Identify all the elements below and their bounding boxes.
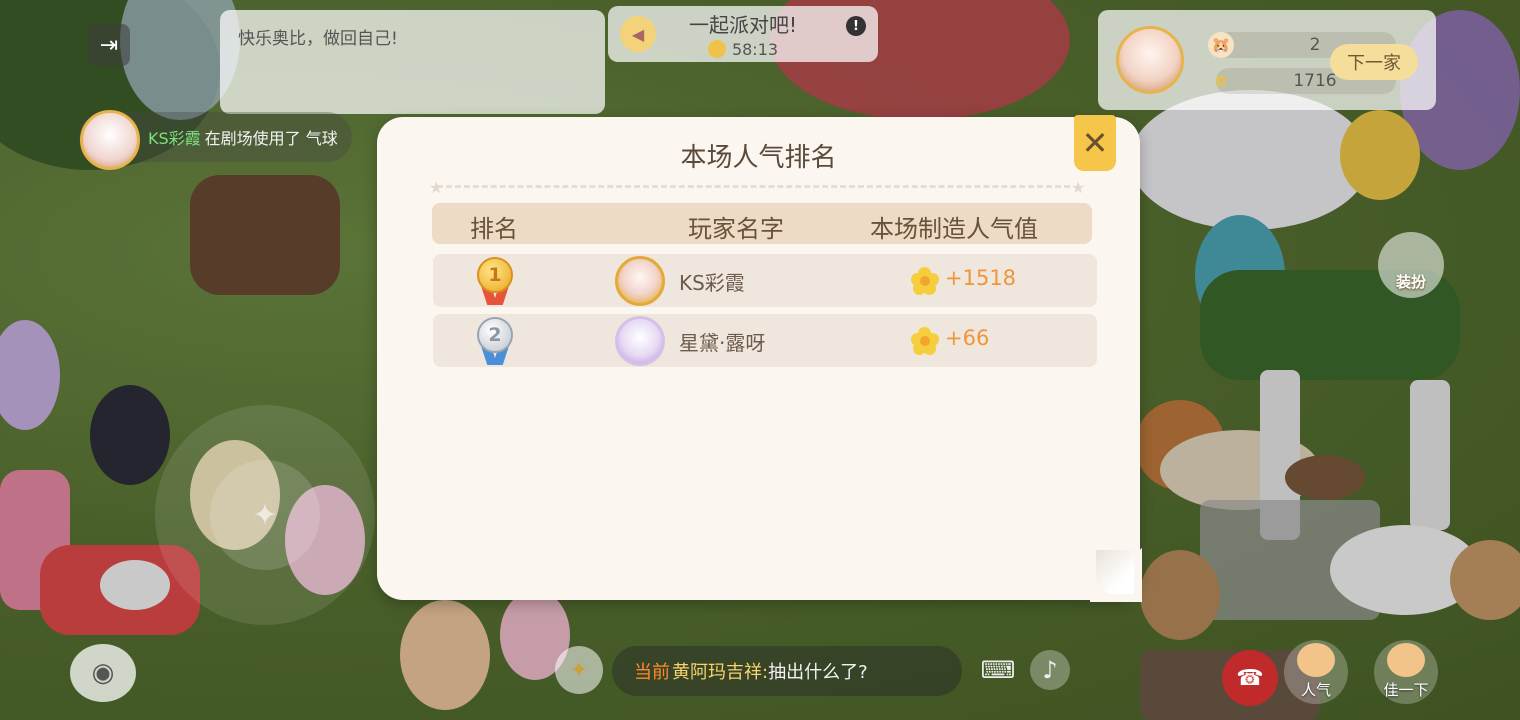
flower-icon xyxy=(911,327,939,355)
hit-label: 佳一下 xyxy=(1383,681,1429,699)
party-timer-value: 58:13 xyxy=(731,40,779,59)
keyboard-icon: ⌨ xyxy=(980,656,1016,684)
flower-icon xyxy=(911,267,939,295)
close-button[interactable]: ✕ xyxy=(1074,115,1116,171)
col-player-name: 玩家名字 xyxy=(688,215,784,243)
keyboard-button[interactable]: ⌨ xyxy=(976,650,1020,690)
host-avatar[interactable] xyxy=(1116,26,1184,94)
modal-title: 本场人气排名 xyxy=(680,143,837,173)
host-panel: 🐹 2 ✿ 1716 下一家 xyxy=(1098,10,1436,110)
ranking-row[interactable]: 1 KS彩霞 +1518 xyxy=(433,254,1097,307)
phone-button[interactable]: ☎ xyxy=(1222,650,1278,706)
ranking-table-header: 排名 玩家名字 本场制造人气值 xyxy=(432,203,1092,244)
gold-medal-icon: 1 xyxy=(475,257,515,305)
notice-text: 在剧场使用了 气球 xyxy=(204,129,338,148)
popularity-label: 人气 xyxy=(1300,681,1331,699)
player-name: 星黛·露呀 xyxy=(679,331,766,355)
exit-icon: ⇥ xyxy=(99,32,119,58)
notice-avatar xyxy=(80,110,140,170)
speaker-icon[interactable]: ◀ xyxy=(620,16,656,52)
joystick-knob[interactable]: ✦ xyxy=(210,460,320,570)
magic-wand-button[interactable]: ✦ xyxy=(555,646,603,694)
chat-message: 快乐奥比，做回自己! xyxy=(238,29,398,49)
chat-speaker: 黄阿玛吉祥: xyxy=(672,662,769,683)
popularity-value: +1518 xyxy=(945,266,1017,290)
chat-channel-label: 当前 xyxy=(634,662,670,683)
chat-box: 快乐奥比，做回自己! xyxy=(220,10,605,114)
chat-text: 抽出什么了? xyxy=(768,662,868,683)
dress-up-label: 装扮 xyxy=(1395,273,1426,291)
notice-player-name: KS彩霞 xyxy=(148,129,201,148)
popularity-value: +66 xyxy=(945,326,990,350)
phone-icon: ☎ xyxy=(1236,665,1264,691)
flower-icon: ✿ xyxy=(1214,72,1228,90)
player-avatar[interactable] xyxy=(615,256,665,306)
party-timer: 58:13 xyxy=(707,40,779,59)
bottom-chat-bar[interactable]: 当前 黄阿玛吉祥: 抽出什么了? xyxy=(612,646,962,696)
voice-button[interactable]: ♪ xyxy=(1030,650,1070,690)
star-icon: ★ xyxy=(1071,178,1086,197)
page-curl-fold xyxy=(1096,550,1134,594)
hit-button[interactable]: 佳一下 xyxy=(1374,640,1438,704)
ranking-modal: 本场人气排名 ★ ★ ✕ 排名 玩家名字 本场制造人气值 1 KS彩霞 +151… xyxy=(377,115,1142,602)
party-title: 一起派对吧! xyxy=(688,13,798,37)
exit-button[interactable]: ⇥ xyxy=(88,24,130,66)
popularity-button[interactable]: 人气 xyxy=(1284,640,1348,704)
hamster-face-icon xyxy=(1297,643,1335,677)
title-divider xyxy=(437,185,1070,188)
ranking-row[interactable]: 2 星黛·露呀 +66 xyxy=(433,314,1097,367)
event-notice: KS彩霞 在剧场使用了 气球 xyxy=(78,110,352,170)
camera-icon: ◉ xyxy=(91,658,115,688)
player-name: KS彩霞 xyxy=(679,271,745,295)
close-icon: ✕ xyxy=(1081,124,1109,162)
col-popularity: 本场制造人气值 xyxy=(870,215,1038,243)
clock-icon xyxy=(707,40,726,58)
warning-icon[interactable]: ! xyxy=(846,16,866,36)
hamster-face-icon xyxy=(1387,643,1425,677)
camera-button[interactable]: ◉ xyxy=(70,644,136,702)
microphone-icon: ♪ xyxy=(1042,656,1058,684)
party-banner[interactable]: ◀ 一起派对吧! 58:13 ! xyxy=(608,6,878,62)
movement-joystick[interactable]: ✦ xyxy=(155,405,375,625)
next-home-button[interactable]: 下一家 xyxy=(1330,44,1418,80)
col-rank: 排名 xyxy=(470,215,518,243)
player-avatar[interactable] xyxy=(615,316,665,366)
hamster-icon: 🐹 xyxy=(1208,32,1234,58)
silver-medal-icon: 2 xyxy=(475,317,515,365)
dress-up-button[interactable]: 装扮 xyxy=(1378,232,1444,298)
wand-icon: ✦ xyxy=(569,657,589,683)
